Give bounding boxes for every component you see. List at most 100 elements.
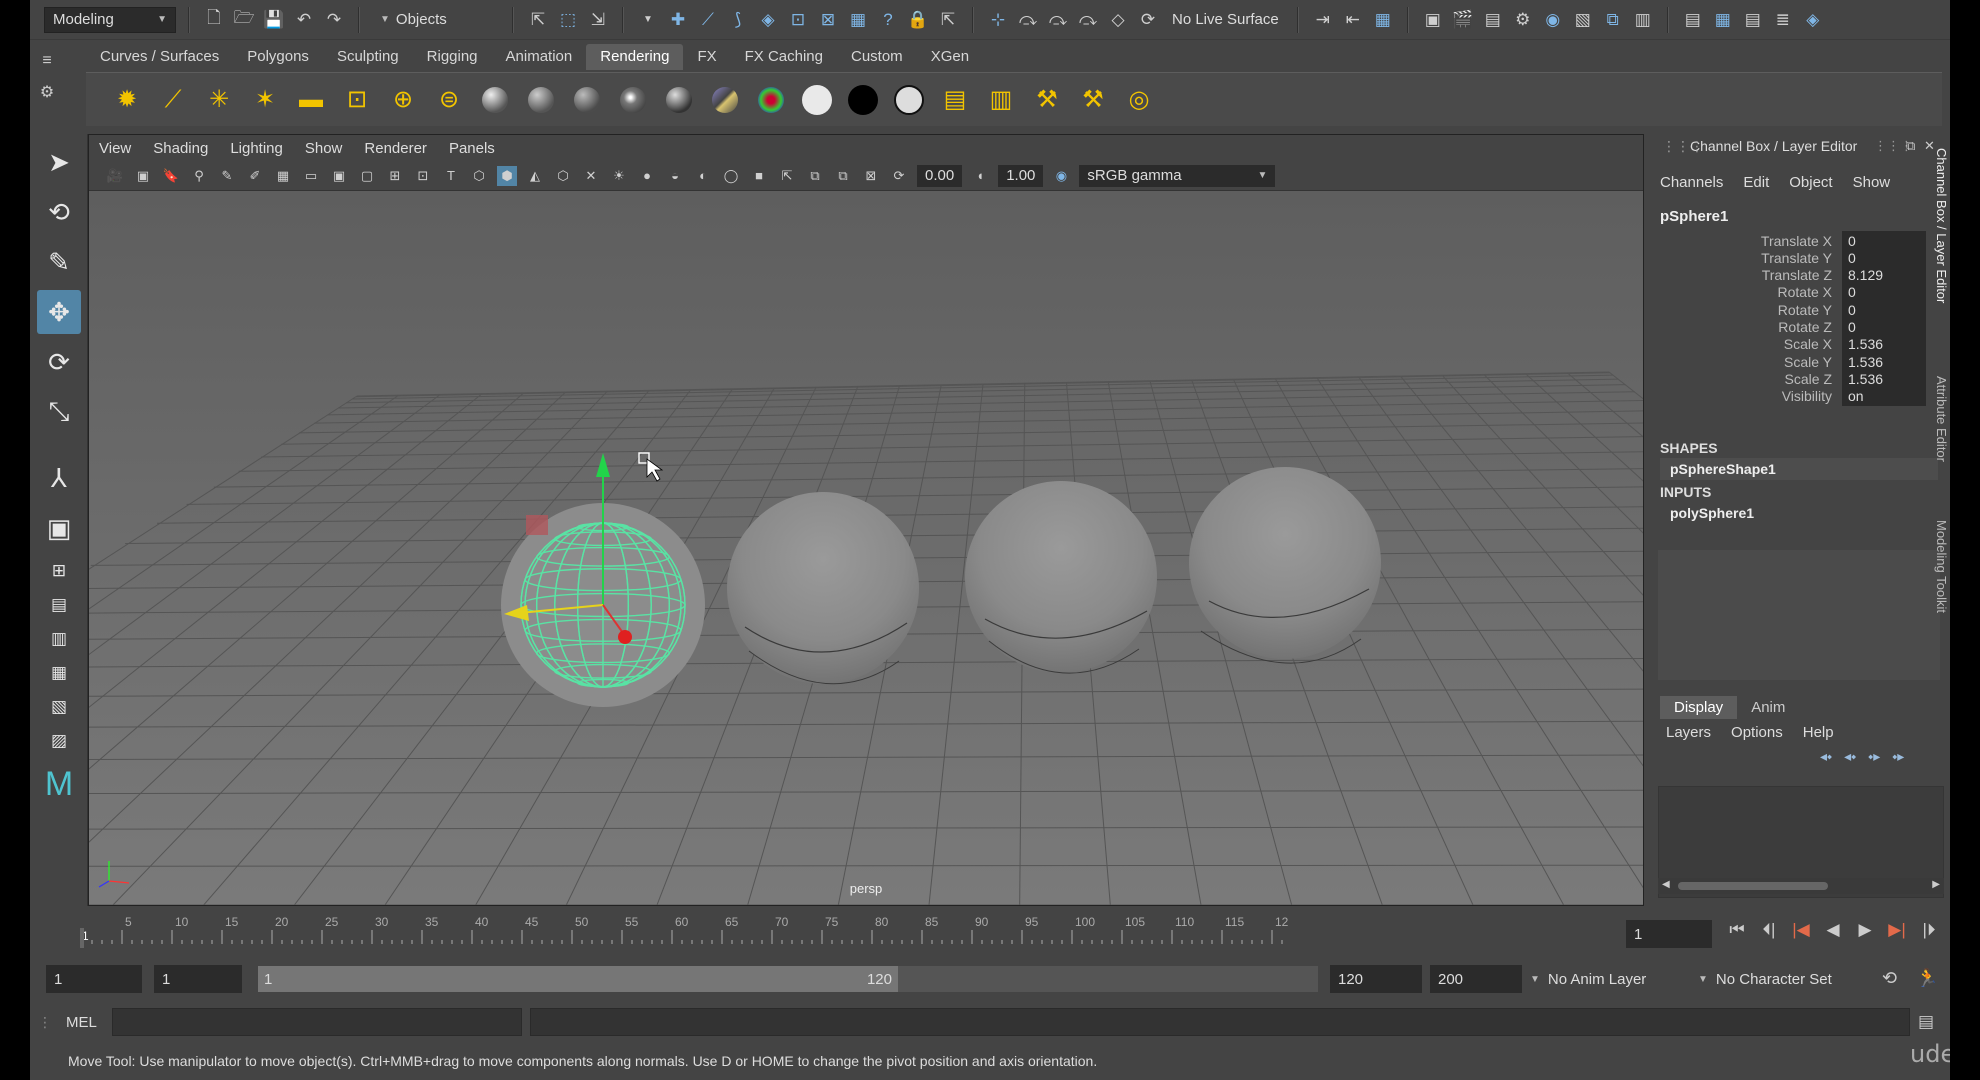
- layered-shader-icon[interactable]: [708, 83, 742, 117]
- input-node-item[interactable]: polySphere1: [1660, 502, 1938, 524]
- lasso-tool-icon[interactable]: ⟲: [37, 190, 81, 234]
- channel-box-menu-object[interactable]: Object: [1789, 174, 1832, 191]
- two-d-pan-zoom-icon[interactable]: ✎: [217, 166, 237, 186]
- selection-mode-dropdown[interactable]: ▼ Objects: [372, 6, 500, 33]
- layer-list-scrollbar[interactable]: ◀ ▶: [1658, 878, 1944, 894]
- layer-editor-icon[interactable]: ◈: [1801, 8, 1825, 32]
- attribute-name[interactable]: Scale X: [1650, 336, 1842, 352]
- model-graph-icon[interactable]: ▨: [37, 726, 81, 756]
- light-editor-icon[interactable]: ⧉: [1601, 8, 1625, 32]
- menu-set-dropdown[interactable]: Modeling ▼: [44, 6, 176, 33]
- manipulator-plane-handle[interactable]: [526, 515, 548, 535]
- spot-light-icon[interactable]: ✶: [248, 83, 282, 117]
- shelf-tab-animation[interactable]: Animation: [492, 44, 587, 70]
- play-forwards-icon[interactable]: ▶: [1854, 920, 1876, 940]
- side-tab-modeling-toolkit[interactable]: Modeling Toolkit: [1934, 520, 1949, 613]
- safe-title-icon[interactable]: T: [441, 166, 461, 186]
- move-layer-up-icon[interactable]: ◂⬩: [1820, 748, 1832, 765]
- ramp-shader-icon[interactable]: [754, 83, 788, 117]
- wireframe-on-shaded-icon[interactable]: ◭: [525, 166, 545, 186]
- snap-curve-icon[interactable]: ⤼: [1016, 8, 1040, 32]
- render-view-icon[interactable]: ▣: [1421, 8, 1445, 32]
- phong-shader-icon[interactable]: [570, 83, 604, 117]
- grid-icon[interactable]: ▦: [273, 166, 293, 186]
- point-light-icon[interactable]: ✳: [202, 83, 236, 117]
- safe-action-icon[interactable]: ⊡: [413, 166, 433, 186]
- shelf-tab-fx[interactable]: FX: [683, 44, 730, 70]
- new-scene-icon[interactable]: 🗋: [202, 8, 226, 32]
- channel-box-icon[interactable]: ≣: [1771, 8, 1795, 32]
- step-back-frame-icon[interactable]: |◀: [1790, 920, 1812, 940]
- resolution-gate-icon[interactable]: ▣: [329, 166, 349, 186]
- drag-handle-icon[interactable]: ⋮⋮⋮: [1662, 138, 1704, 155]
- go-to-start-icon[interactable]: ⏮: [1726, 920, 1748, 940]
- screen-space-ao-icon[interactable]: ◒: [665, 166, 685, 186]
- use-all-lights-icon[interactable]: ☀: [609, 166, 629, 186]
- panel-menu-shading[interactable]: Shading: [153, 140, 208, 157]
- motion-blur-icon[interactable]: ◐: [693, 166, 713, 186]
- current-frame-field[interactable]: 1: [1626, 920, 1712, 948]
- sphere-2[interactable]: [727, 492, 919, 685]
- manipulator-z-handle[interactable]: [618, 630, 632, 644]
- exposure-field[interactable]: 0.00: [917, 164, 963, 187]
- shelf-tab-xgen[interactable]: XGen: [917, 44, 983, 70]
- layer-menu-help[interactable]: Help: [1803, 724, 1834, 741]
- texture-icon[interactable]: ⧉: [833, 166, 853, 186]
- bookmark-icon[interactable]: 🔖: [161, 166, 181, 186]
- time-slider[interactable]: 1 5 10 15 20 25 30 35 40 45 50 55 60 65 70 75 80 85 90 95 10…: [60, 910, 1616, 954]
- render-settings-shelf-icon[interactable]: ⚒: [1076, 83, 1110, 117]
- rendering-mask-icon[interactable]: ?: [876, 8, 900, 32]
- scrollbar-thumb[interactable]: [1678, 882, 1828, 890]
- last-tool-icon[interactable]: ⅄: [37, 456, 81, 500]
- snap-view-plane-icon[interactable]: ◇: [1106, 8, 1130, 32]
- image-plane-icon[interactable]: ⚲: [189, 166, 209, 186]
- command-input[interactable]: [112, 1008, 522, 1036]
- hypershade-icon[interactable]: ◉: [1541, 8, 1565, 32]
- edge-mask-icon[interactable]: ⟋: [696, 8, 720, 32]
- shelf-tab-polygons[interactable]: Polygons: [233, 44, 323, 70]
- animation-start-field[interactable]: 1: [46, 965, 142, 993]
- panel-menu-panels[interactable]: Panels: [449, 140, 495, 157]
- attribute-name[interactable]: Scale Z: [1650, 371, 1842, 387]
- panel-menu-renderer[interactable]: Renderer: [364, 140, 427, 157]
- face-mask-icon[interactable]: ⟆: [726, 8, 750, 32]
- channel-box-menu-channels[interactable]: Channels: [1660, 174, 1723, 191]
- exposure-icon[interactable]: ⟳: [889, 166, 909, 186]
- drag-handle-icon[interactable]: ⋮: [38, 1014, 52, 1031]
- ipr-render-icon[interactable]: ▤: [1481, 8, 1505, 32]
- wireframe-icon[interactable]: ⬡: [469, 166, 489, 186]
- scene-canvas[interactable]: [89, 191, 1643, 905]
- gear-icon[interactable]: ⚙: [30, 82, 64, 102]
- move-tool-icon[interactable]: ✥: [37, 290, 81, 334]
- scale-tool-icon[interactable]: ⤡: [37, 390, 81, 434]
- character-set-dropdown[interactable]: ▼ No Character Set: [1698, 965, 1874, 993]
- animation-preferences-icon[interactable]: 🏃: [1916, 968, 1938, 989]
- move-layer-down-icon[interactable]: ◂⬩: [1844, 748, 1856, 765]
- outliner-persp-icon[interactable]: ▧: [37, 692, 81, 722]
- shelf-tab-fx-caching[interactable]: FX Caching: [731, 44, 837, 70]
- isolate-select-icon[interactable]: ⇱: [777, 166, 797, 186]
- step-forward-frame-icon[interactable]: ▶|: [1886, 920, 1908, 940]
- new-empty-layer-icon[interactable]: ⬩▸: [1868, 748, 1880, 765]
- smooth-shade-icon[interactable]: ⬢: [497, 165, 517, 186]
- gamma-field[interactable]: 1.00: [998, 164, 1044, 187]
- shading-map-icon[interactable]: [892, 83, 926, 117]
- attribute-name[interactable]: Rotate Y: [1650, 302, 1842, 318]
- shelf-tab-curves-surfaces[interactable]: Curves / Surfaces: [86, 44, 233, 70]
- chevron-down-icon[interactable]: ▼: [636, 8, 660, 32]
- phong-e-shader-icon[interactable]: [616, 83, 650, 117]
- undo-icon[interactable]: ↶: [292, 8, 316, 32]
- attribute-value-field[interactable]: on: [1842, 386, 1926, 406]
- make-live-icon[interactable]: ⟳: [1136, 8, 1160, 32]
- output-ops-icon[interactable]: ⇤: [1341, 8, 1365, 32]
- depth-of-field-icon[interactable]: ■: [749, 166, 769, 186]
- blinn-shader-icon[interactable]: [478, 83, 512, 117]
- layer-tab-display[interactable]: Display: [1660, 696, 1738, 719]
- sphere-3[interactable]: [965, 481, 1157, 674]
- attribute-name[interactable]: Translate X: [1650, 233, 1842, 249]
- modeling-toolkit-icon[interactable]: ▤: [1681, 8, 1705, 32]
- command-language-label[interactable]: MEL: [66, 1014, 97, 1031]
- construction-history-icon[interactable]: ▦: [1371, 8, 1395, 32]
- four-view-icon[interactable]: ⊞: [37, 556, 81, 586]
- xray-joints-icon[interactable]: ✕: [581, 166, 601, 186]
